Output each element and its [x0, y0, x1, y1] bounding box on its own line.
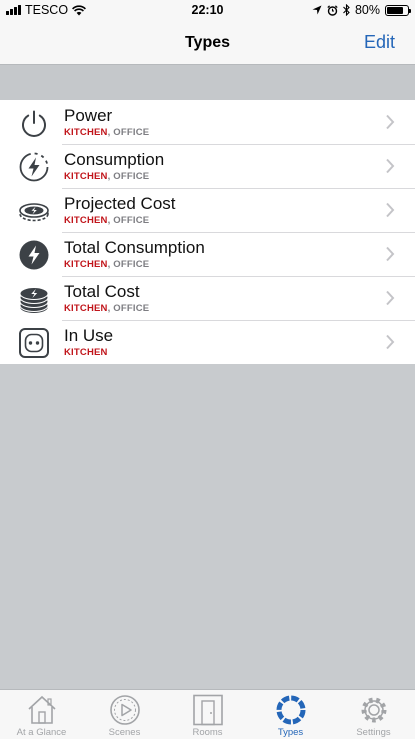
tab-at-a-glance[interactable]: At a Glance	[0, 690, 83, 739]
room-list: KITCHEN, OFFICE	[64, 127, 149, 138]
room-list: KITCHEN, OFFICE	[64, 215, 149, 226]
row-title: In Use	[64, 326, 114, 345]
row-title: Total Consumption	[64, 238, 205, 257]
room-label: OFFICE	[110, 127, 150, 138]
list-item-total-cost[interactable]: Total Cost KITCHEN, OFFICE	[0, 276, 415, 320]
gear-icon	[361, 697, 386, 723]
tab-label: Settings	[356, 727, 391, 738]
battery-percent: 80%	[354, 3, 380, 17]
bluetooth-icon	[343, 4, 350, 16]
types-list: Power KITCHEN, OFFICE Consumption KITCHE…	[0, 100, 415, 364]
house-icon	[27, 695, 56, 724]
status-right: 80%	[312, 3, 411, 17]
room-label: OFFICE	[110, 171, 150, 182]
edit-button[interactable]: Edit	[364, 32, 395, 53]
tab-scenes[interactable]: Scenes	[83, 690, 166, 739]
play-circle-icon	[109, 695, 140, 725]
location-arrow-icon	[312, 5, 322, 15]
page-title: Types	[184, 34, 231, 51]
chevron-right-icon	[386, 202, 395, 218]
lightning-dashed-circle-icon	[19, 152, 49, 182]
chevron-right-icon	[386, 334, 395, 350]
row-title: Projected Cost	[64, 194, 176, 213]
coin-dashed-icon	[19, 203, 49, 222]
room-label: KITCHEN	[64, 347, 108, 358]
chevron-right-icon	[386, 246, 395, 262]
tab-label: Scenes	[108, 727, 141, 738]
tab-label: Types	[277, 727, 304, 738]
room-list: KITCHEN	[64, 347, 108, 358]
tab-types[interactable]: Types	[249, 690, 332, 739]
room-label: KITCHEN	[64, 171, 108, 182]
socket-icon	[19, 328, 49, 358]
list-item-projected-cost[interactable]: Projected Cost KITCHEN, OFFICE	[0, 188, 415, 232]
list-item-in-use[interactable]: In Use KITCHEN	[0, 320, 415, 364]
row-title: Consumption	[64, 150, 165, 169]
status-bar: TESCO 22:10 80%	[0, 0, 415, 22]
list-item-power[interactable]: Power KITCHEN, OFFICE	[0, 100, 415, 144]
row-title: Power	[64, 106, 113, 125]
chevron-right-icon	[386, 158, 395, 174]
power-icon	[22, 110, 46, 137]
chevron-right-icon	[386, 114, 395, 130]
room-label: KITCHEN	[64, 303, 108, 314]
room-list: KITCHEN, OFFICE	[64, 303, 149, 314]
navigation-bar: Types Edit	[0, 22, 415, 65]
section-spacer	[0, 65, 415, 100]
ring-icon	[276, 695, 305, 725]
room-label: OFFICE	[110, 303, 150, 314]
tab-label: At a Glance	[16, 727, 67, 738]
tab-settings[interactable]: Settings	[332, 690, 415, 739]
alarm-icon	[327, 4, 338, 16]
battery-icon	[385, 4, 411, 16]
room-label: KITCHEN	[64, 259, 108, 270]
list-item-consumption[interactable]: Consumption KITCHEN, OFFICE	[0, 144, 415, 188]
room-list: KITCHEN, OFFICE	[64, 259, 149, 270]
tab-rooms[interactable]: Rooms	[166, 690, 249, 739]
tab-label: Rooms	[192, 727, 223, 738]
list-item-total-consumption[interactable]: Total Consumption KITCHEN, OFFICE	[0, 232, 415, 276]
room-label: KITCHEN	[64, 127, 108, 138]
coin-stack-icon	[19, 287, 49, 313]
room-label: KITCHEN	[64, 215, 108, 226]
room-label: OFFICE	[110, 259, 150, 270]
room-label: OFFICE	[110, 215, 150, 226]
room-list: KITCHEN, OFFICE	[64, 171, 149, 182]
row-title: Total Cost	[64, 282, 140, 301]
lightning-filled-circle-icon	[19, 240, 49, 270]
chevron-right-icon	[386, 290, 395, 306]
tab-bar: At a Glance Scenes Rooms Types Settings	[0, 689, 415, 739]
battery-fill	[387, 6, 403, 14]
door-icon	[192, 694, 223, 726]
